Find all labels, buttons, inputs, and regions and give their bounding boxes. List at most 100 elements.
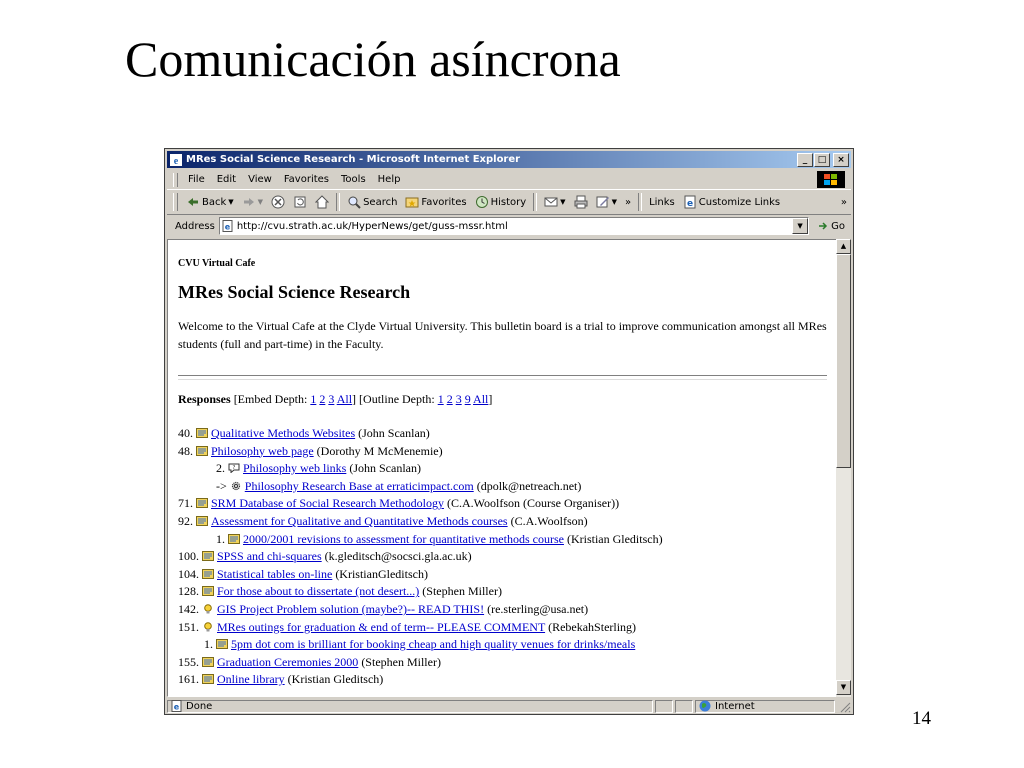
resize-grip-icon[interactable] — [837, 699, 851, 713]
post-author: (John Scanlan) — [358, 426, 430, 440]
post-link[interactable]: For those about to dissertate (not deser… — [217, 584, 419, 598]
scroll-down-button[interactable]: ▼ — [836, 680, 851, 695]
title-bar[interactable]: e MRes Social Science Research - Microso… — [167, 151, 851, 168]
post-link[interactable]: Qualitative Methods Websites — [211, 426, 355, 440]
outline-depth-1-link[interactable]: 1 — [438, 392, 444, 406]
post-author: (k.gleditsch@socsci.gla.ac.uk) — [324, 549, 472, 564]
status-text: Done — [186, 700, 213, 712]
embed-depth-label: [Embed Depth: — [233, 392, 308, 406]
post-number: 71. — [178, 496, 193, 511]
post-link[interactable]: MRes outings for graduation & end of ter… — [217, 620, 545, 634]
scroll-thumb[interactable] — [836, 254, 851, 468]
note-icon — [202, 586, 214, 597]
links-button[interactable]: Links — [645, 197, 679, 208]
note-icon — [202, 656, 214, 667]
toolbar-overflow-button[interactable]: » — [621, 197, 635, 208]
post-number: 2. — [216, 461, 225, 476]
edit-button[interactable]: ▼ — [592, 195, 621, 209]
post-link[interactable]: SRM Database of Social Research Methodol… — [211, 496, 444, 510]
links-overflow-button[interactable]: » — [837, 197, 851, 208]
post-link[interactable]: Statistical tables on-line — [217, 567, 332, 581]
post-row: 155. Graduation Ceremonies 2000 (Stephen… — [178, 654, 827, 672]
status-panel — [655, 699, 673, 713]
minimize-button[interactable]: _ — [797, 152, 813, 167]
post-link[interactable]: Online library — [217, 672, 285, 686]
post-number: 151. — [178, 619, 199, 634]
address-input[interactable]: e http://cvu.strath.ac.uk/HyperNews/get/… — [218, 217, 810, 235]
svg-text:e: e — [174, 156, 179, 166]
post-number: 128. — [178, 584, 199, 599]
post-row: 100. SPSS and chi-squares (k.gleditsch@s… — [178, 548, 827, 566]
close-button[interactable]: × — [833, 152, 849, 167]
outline-depth-3-link[interactable]: 3 — [456, 392, 462, 406]
menu-file[interactable]: File — [182, 174, 211, 185]
post-link[interactable]: GIS Project Problem solution (maybe?)-- … — [217, 602, 484, 616]
vertical-scrollbar[interactable]: ▲ ▼ — [836, 239, 851, 697]
post-link[interactable]: SPSS and chi-squares — [217, 549, 322, 563]
post-link[interactable]: 2000/2001 revisions to assessment for qu… — [243, 532, 564, 546]
post-author: (C.A.Woolfson (Course Organiser)) — [446, 496, 620, 511]
standard-toolbar: Back ▼ ▼ Search Favorites History ▼ ▼ » … — [167, 190, 851, 215]
page-viewport[interactable]: CVU Virtual Cafe MRes Social Science Res… — [167, 239, 838, 697]
scroll-up-button[interactable]: ▲ — [836, 239, 851, 254]
forward-dropdown-icon[interactable]: ▼ — [258, 198, 263, 206]
back-button[interactable]: Back ▼ — [182, 195, 238, 209]
mail-dropdown-icon[interactable]: ▼ — [560, 198, 565, 206]
post-row: 92. Assessment for Qualitative and Quant… — [178, 513, 827, 531]
address-url: http://cvu.strath.ac.uk/HyperNews/get/gu… — [236, 220, 508, 232]
outline-depth-9-link[interactable]: 9 — [465, 392, 471, 406]
page-icon: e — [222, 220, 233, 232]
post-author: (John Scanlan) — [349, 461, 421, 476]
menu-favorites[interactable]: Favorites — [278, 174, 335, 185]
post-row: -> Philosophy Research Base at erraticim… — [178, 478, 827, 496]
menu-edit[interactable]: Edit — [211, 174, 242, 185]
post-link[interactable]: Philosophy web page — [211, 444, 314, 458]
post-link[interactable]: Assessment for Qualitative and Quantitat… — [211, 514, 508, 528]
menu-help[interactable]: Help — [372, 174, 407, 185]
toolbar-separator — [638, 193, 643, 211]
outline-depth-2-link[interactable]: 2 — [447, 392, 453, 406]
favorites-button[interactable]: Favorites — [401, 195, 470, 209]
post-author: (Stephen Miller) — [361, 654, 441, 669]
menu-tools[interactable]: Tools — [335, 174, 372, 185]
go-button[interactable]: Go — [817, 220, 845, 232]
customize-links-label: Customize Links — [698, 196, 781, 208]
embed-depth-1-link[interactable]: 1 — [310, 392, 316, 406]
post-link[interactable]: 5pm dot com is brilliant for booking che… — [231, 637, 635, 651]
back-dropdown-icon[interactable]: ▼ — [228, 198, 233, 206]
customize-links-button[interactable]: e Customize Links — [679, 195, 784, 209]
embed-depth-3-link[interactable]: 3 — [328, 392, 334, 406]
window-title: MRes Social Science Research - Microsoft… — [186, 154, 521, 165]
svg-text:e: e — [225, 223, 231, 232]
print-button[interactable] — [570, 195, 592, 209]
menu-view[interactable]: View — [242, 174, 278, 185]
refresh-button[interactable] — [289, 195, 311, 209]
mail-button[interactable]: ▼ — [540, 195, 569, 209]
history-label: History — [490, 196, 527, 208]
embed-depth-2-link[interactable]: 2 — [319, 392, 325, 406]
back-arrow-icon — [188, 198, 198, 206]
edit-dropdown-icon[interactable]: ▼ — [612, 198, 617, 206]
search-button[interactable]: Search — [343, 195, 401, 209]
post-row: 161. Online library (Kristian Gleditsch) — [178, 671, 827, 689]
note-icon — [202, 551, 214, 562]
post-link[interactable]: Philosophy Research Base at erraticimpac… — [245, 479, 474, 493]
post-link[interactable]: Graduation Ceremonies 2000 — [217, 655, 358, 669]
svg-text:e: e — [687, 199, 693, 209]
favorites-folder-icon — [405, 197, 419, 208]
post-row: 151. MRes outings for graduation & end o… — [178, 619, 827, 637]
menu-grip[interactable] — [173, 172, 178, 187]
toolbar-grip[interactable] — [173, 193, 178, 211]
forward-button[interactable]: ▼ — [238, 195, 267, 209]
address-dropdown-button[interactable]: ▼ — [792, 218, 809, 234]
menu-bar: File Edit View Favorites Tools Help — [167, 170, 851, 190]
outline-depth-all-link[interactable]: All — [473, 392, 488, 406]
maximize-button[interactable]: □ — [814, 152, 830, 167]
bulb-icon — [204, 604, 212, 614]
home-button[interactable] — [311, 195, 333, 209]
embed-depth-all-link[interactable]: All — [337, 392, 352, 406]
history-button[interactable]: History — [471, 195, 531, 209]
post-number: 92. — [178, 513, 193, 528]
stop-button[interactable] — [267, 195, 289, 209]
post-link[interactable]: Philosophy web links — [243, 461, 346, 475]
